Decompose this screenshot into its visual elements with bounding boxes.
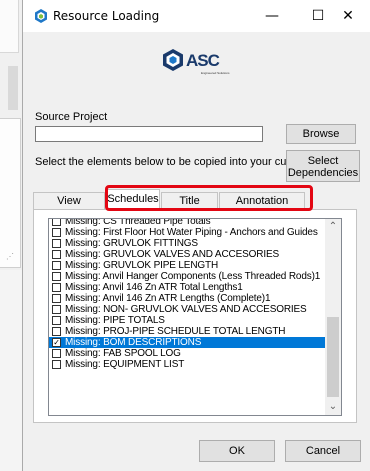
select-dependencies-label-1: Select	[307, 155, 339, 167]
list-item[interactable]: Missing: EQUIPMENT LIST	[49, 359, 326, 370]
checkbox[interactable]	[52, 250, 61, 259]
background-panel-frame	[0, 118, 21, 268]
title-bar[interactable]: Resource Loading — ☐ ✕	[23, 0, 370, 32]
scroll-down-icon[interactable]: ⌄	[325, 399, 341, 415]
checkbox[interactable]	[52, 305, 61, 314]
app-icon	[35, 9, 47, 23]
source-project-input[interactable]	[35, 126, 263, 142]
list-item[interactable]: ✓ Missing: BOM DESCRIPTIONS	[49, 337, 326, 348]
tab-schedules[interactable]: Schedules	[106, 189, 160, 210]
asc-logo: ASC Engineered Solutions	[163, 49, 230, 75]
list-item-label: Missing: BOM DESCRIPTIONS	[65, 337, 202, 348]
scroll-up-icon[interactable]: ⌃	[325, 219, 341, 235]
checkbox[interactable]	[52, 283, 61, 292]
select-dependencies-label-2: Dependencies	[287, 167, 359, 179]
logo-text: ASC	[186, 51, 220, 70]
checkbox[interactable]	[52, 228, 61, 237]
list-item[interactable]: Missing: Anvil Hanger Components (Less T…	[49, 271, 326, 282]
list-item-label: Missing: First Floor Hot Water Piping - …	[65, 227, 318, 238]
cancel-button[interactable]: Cancel	[285, 440, 361, 462]
list-item[interactable]: Missing: First Floor Hot Water Piping - …	[49, 227, 326, 238]
checkbox[interactable]	[52, 294, 61, 303]
schedules-tab-panel: Missing: CS Threaded Pipe Totals Missing:…	[33, 209, 357, 423]
checkbox[interactable]	[52, 349, 61, 358]
list-item[interactable]: Missing: GRUVLOK FITTINGS	[49, 238, 326, 249]
list-item-label: Missing: FAB SPOOL LOG	[65, 348, 181, 359]
instructions-text: Select the elements below to be copied i…	[35, 156, 309, 168]
list-item[interactable]: Missing: Anvil 146 Zn ATR Lengths (Compl…	[49, 293, 326, 304]
logo-tagline: Engineered Solutions	[201, 71, 230, 75]
list-item-label: Missing: PIPE TOTALS	[65, 315, 165, 326]
background-scroll-block	[8, 66, 18, 110]
source-project-label: Source Project	[35, 111, 108, 123]
checkbox[interactable]	[52, 316, 61, 325]
checkbox[interactable]	[52, 219, 61, 226]
vertical-scrollbar[interactable]: ⌃ ⌄	[325, 219, 341, 415]
resize-grip-icon: ⋰	[6, 252, 14, 261]
list-item-label: Missing: Anvil 146 Zn ATR Total Lengths1	[65, 282, 243, 293]
list-item[interactable]: Missing: CS Threaded Pipe Totals	[49, 218, 326, 227]
checkbox[interactable]	[52, 327, 61, 336]
background-lower-area	[0, 270, 22, 471]
list-item-label: Missing: NON- GRUVLOK VALVES AND ACCESOR…	[65, 304, 307, 315]
resource-loading-dialog: Resource Loading — ☐ ✕ ASC Engineered So…	[22, 0, 370, 471]
list-item-label: Missing: GRUVLOK FITTINGS	[65, 238, 198, 249]
schedules-checklist[interactable]: Missing: CS Threaded Pipe Totals Missing:…	[48, 218, 342, 416]
ok-button[interactable]: OK	[199, 440, 275, 462]
list-item[interactable]: Missing: FAB SPOOL LOG	[49, 348, 326, 359]
background-application: ⋰	[0, 0, 22, 471]
checkbox[interactable]	[52, 360, 61, 369]
list-item[interactable]: Missing: PIPE TOTALS	[49, 315, 326, 326]
tab-view-template[interactable]: View Template	[33, 192, 105, 223]
list-item[interactable]: Missing: PROJ-PIPE SCHEDULE TOTAL LENGTH	[49, 326, 326, 337]
select-dependencies-button[interactable]: Select Dependencies	[286, 150, 360, 182]
minimize-button[interactable]: —	[249, 0, 295, 32]
tab-title-blocks[interactable]: Title Blocks	[161, 192, 218, 223]
checkbox[interactable]	[52, 261, 61, 270]
list-item[interactable]: Missing: Anvil 146 Zn ATR Total Lengths1	[49, 282, 326, 293]
list-item-label: Missing: Anvil Hanger Components (Less T…	[65, 271, 321, 282]
list-item[interactable]: Missing: GRUVLOK VALVES AND ACCESORIES	[49, 249, 326, 260]
checkbox[interactable]	[52, 272, 61, 281]
list-item-label: Missing: PROJ-PIPE SCHEDULE TOTAL LENGTH	[65, 326, 286, 337]
background-panel	[0, 0, 19, 53]
tab-annotation-families[interactable]: Annotation Families	[219, 192, 305, 223]
list-item-label: Missing: CS Threaded Pipe Totals	[65, 218, 211, 227]
list-item[interactable]: Missing: GRUVLOK PIPE LENGTH	[49, 260, 326, 271]
close-button[interactable]: ✕	[325, 0, 370, 32]
scrollbar-thumb[interactable]	[327, 317, 339, 397]
list-item[interactable]: Missing: NON- GRUVLOK VALVES AND ACCESOR…	[49, 304, 326, 315]
checkbox[interactable]	[52, 239, 61, 248]
checkbox[interactable]: ✓	[52, 338, 61, 347]
list-item-label: Missing: GRUVLOK PIPE LENGTH	[65, 260, 219, 271]
list-item-label: Missing: Anvil 146 Zn ATR Lengths (Compl…	[65, 293, 271, 304]
browse-button[interactable]: Browse	[286, 124, 356, 144]
list-item-label: Missing: EQUIPMENT LIST	[65, 359, 185, 370]
list-item-label: Missing: GRUVLOK VALVES AND ACCESORIES	[65, 249, 279, 260]
checklist-items: Missing: CS Threaded Pipe Totals Missing:…	[49, 218, 326, 370]
window-title: Resource Loading	[53, 9, 160, 23]
